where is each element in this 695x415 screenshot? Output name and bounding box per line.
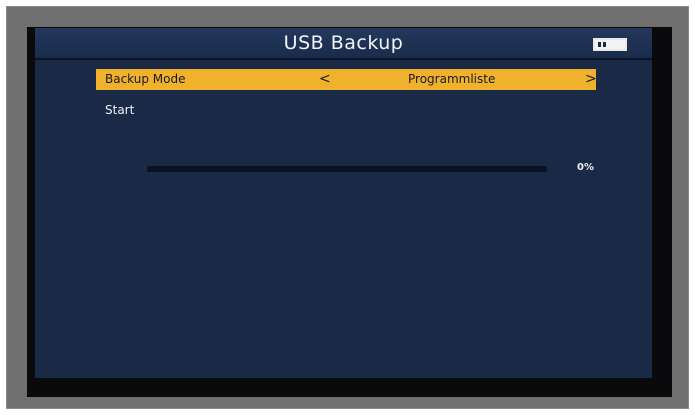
progress-percent: 0%	[577, 162, 594, 173]
chevron-right-icon[interactable]: >	[585, 69, 597, 90]
page-title: USB Backup	[283, 32, 404, 54]
menu-item-start[interactable]: Start	[96, 100, 596, 121]
battery-cell	[603, 42, 606, 47]
battery-icon	[593, 38, 627, 51]
backup-mode-value: Programmliste	[408, 72, 496, 86]
start-label: Start	[105, 103, 135, 117]
backup-mode-label: Backup Mode	[105, 72, 186, 86]
progress-bar	[147, 166, 547, 172]
chevron-left-icon[interactable]: <	[319, 69, 331, 90]
menu-item-backup-mode[interactable]: Backup Mode < Programmliste >	[96, 69, 597, 90]
title-bar: USB Backup	[35, 28, 652, 60]
osd-screen: USB Backup Backup Mode < Programmliste >…	[35, 28, 652, 378]
battery-cell	[598, 42, 601, 47]
